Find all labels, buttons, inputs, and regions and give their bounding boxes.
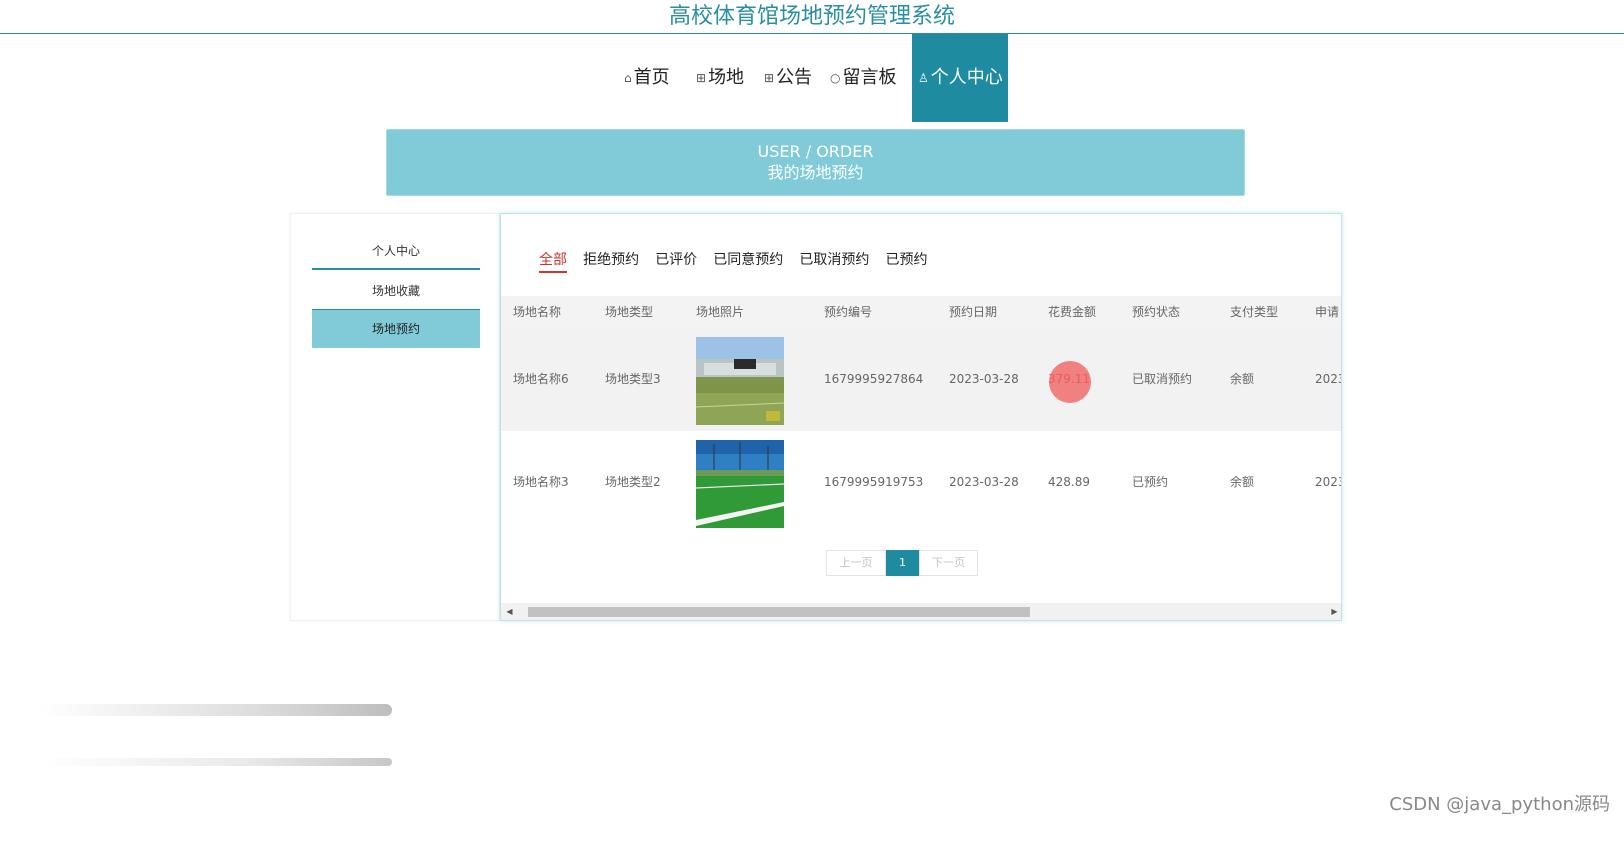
scroll-left-icon[interactable]: ◀: [501, 603, 518, 620]
tab-cancelled[interactable]: 已取消预约: [799, 249, 869, 271]
column-header: 场地类型: [605, 305, 654, 319]
nav-item-notice[interactable]: ⊞ 公告: [764, 34, 812, 122]
tab-reviewed[interactable]: 已评价: [655, 249, 697, 271]
main-nav: ⌂ 首页 ⊞ 场地 ⊞ 公告 ○ 留言板 ♙ 个人中心: [0, 34, 1624, 122]
tab-rejected[interactable]: 拒绝预约: [583, 249, 639, 271]
column-header: 花费金额: [1048, 305, 1097, 319]
apply-date: 2023: [1315, 372, 1341, 386]
prev-page-button[interactable]: 上一页: [826, 550, 886, 576]
page-banner: USER / ORDER 我的场地预约: [386, 129, 1245, 196]
tab-booked[interactable]: 已预约: [885, 249, 927, 271]
venue-name: 场地名称6: [513, 372, 569, 386]
horizontal-scrollbar[interactable]: ◀ ▶: [501, 603, 1341, 620]
column-header: 预约日期: [949, 305, 998, 319]
column-header: 预约状态: [1132, 305, 1181, 319]
order-status: 已预约: [1132, 475, 1169, 489]
order-date: 2023-03-28: [949, 475, 1019, 489]
status-tabs: 全部 拒绝预约 已评价 已同意预约 已取消预约 已预约: [539, 249, 938, 273]
column-header: 申请: [1315, 305, 1340, 319]
chat-icon: ○: [830, 71, 841, 85]
pagination: 上一页 1 下一页: [501, 550, 1341, 576]
order-status: 已取消预约: [1132, 372, 1193, 386]
column-header: 支付类型: [1230, 305, 1279, 319]
nav-label: 留言板: [842, 67, 897, 88]
decorative-bar: [40, 704, 392, 716]
column-header: 预约编号: [824, 305, 873, 319]
sidebar: 个人中心 场地收藏 场地预约: [290, 213, 500, 621]
venue-type: 场地类型3: [605, 372, 661, 386]
venue-name: 场地名称3: [513, 475, 569, 489]
order-amount: 428.89: [1048, 475, 1090, 489]
grid-icon: ⊞: [696, 71, 707, 85]
user-icon: ♙: [918, 71, 929, 85]
nav-item-message-board[interactable]: ○ 留言板: [830, 34, 896, 122]
order-number: 1679995919753: [824, 475, 924, 489]
next-page-button[interactable]: 下一页: [919, 550, 978, 576]
sidebar-item-favorites[interactable]: 场地收藏: [312, 272, 480, 310]
tab-approved[interactable]: 已同意预约: [713, 249, 783, 271]
page-1-button[interactable]: 1: [886, 550, 919, 576]
sidebar-item-bookings[interactable]: 场地预约: [312, 310, 480, 348]
nav-label: 首页: [633, 67, 670, 88]
sidebar-title: 个人中心: [312, 232, 480, 270]
banner-en-title: USER / ORDER: [757, 142, 874, 161]
order-amount: 379.11: [1048, 372, 1090, 386]
nav-label: 个人中心: [930, 67, 1003, 88]
football-pitch-photo: [696, 440, 784, 528]
watermark: CSDN @java_python源码: [1389, 794, 1610, 815]
banner-cn-title: 我的场地预约: [767, 163, 864, 182]
home-icon: ⌂: [624, 71, 632, 85]
scroll-right-icon[interactable]: ▶: [1326, 603, 1341, 620]
column-header: 场地名称: [513, 305, 562, 319]
nav-item-venue[interactable]: ⊞ 场地: [696, 34, 744, 122]
nav-item-user-center[interactable]: ♙ 个人中心: [912, 34, 1008, 122]
grid-icon: ⊞: [764, 71, 775, 85]
scrollbar-thumb[interactable]: [528, 607, 1030, 617]
nav-item-home[interactable]: ⌂ 首页: [624, 34, 670, 122]
pay-type: 余额: [1230, 475, 1255, 489]
order-date: 2023-03-28: [949, 372, 1019, 386]
decorative-bar: [40, 758, 392, 766]
venue-type: 场地类型2: [605, 475, 661, 489]
table-row[interactable]: 场地名称6 场地类型3 1679995927864 2023-03-28 379…: [501, 328, 1341, 431]
table-row[interactable]: 场地名称3 场地类型2 1679995919753 2023-03-28 428…: [501, 431, 1341, 534]
table-header: 场地名称 场地类型 场地照片 预约编号 预约日期 花费金额 预约状态 支付类型 …: [501, 296, 1341, 328]
nav-label: 公告: [776, 67, 813, 88]
pay-type: 余额: [1230, 372, 1255, 386]
apply-date: 2023: [1315, 475, 1341, 489]
nav-label: 场地: [708, 67, 745, 88]
stadium-photo: [696, 337, 784, 425]
column-header: 场地照片: [696, 305, 745, 319]
orders-panel: 全部 拒绝预约 已评价 已同意预约 已取消预约 已预约 场地名称 场地类型 场地…: [500, 213, 1342, 621]
site-title: 高校体育馆场地预约管理系统: [0, 0, 1624, 34]
order-number: 1679995927864: [824, 372, 924, 386]
tab-all[interactable]: 全部: [539, 249, 567, 273]
